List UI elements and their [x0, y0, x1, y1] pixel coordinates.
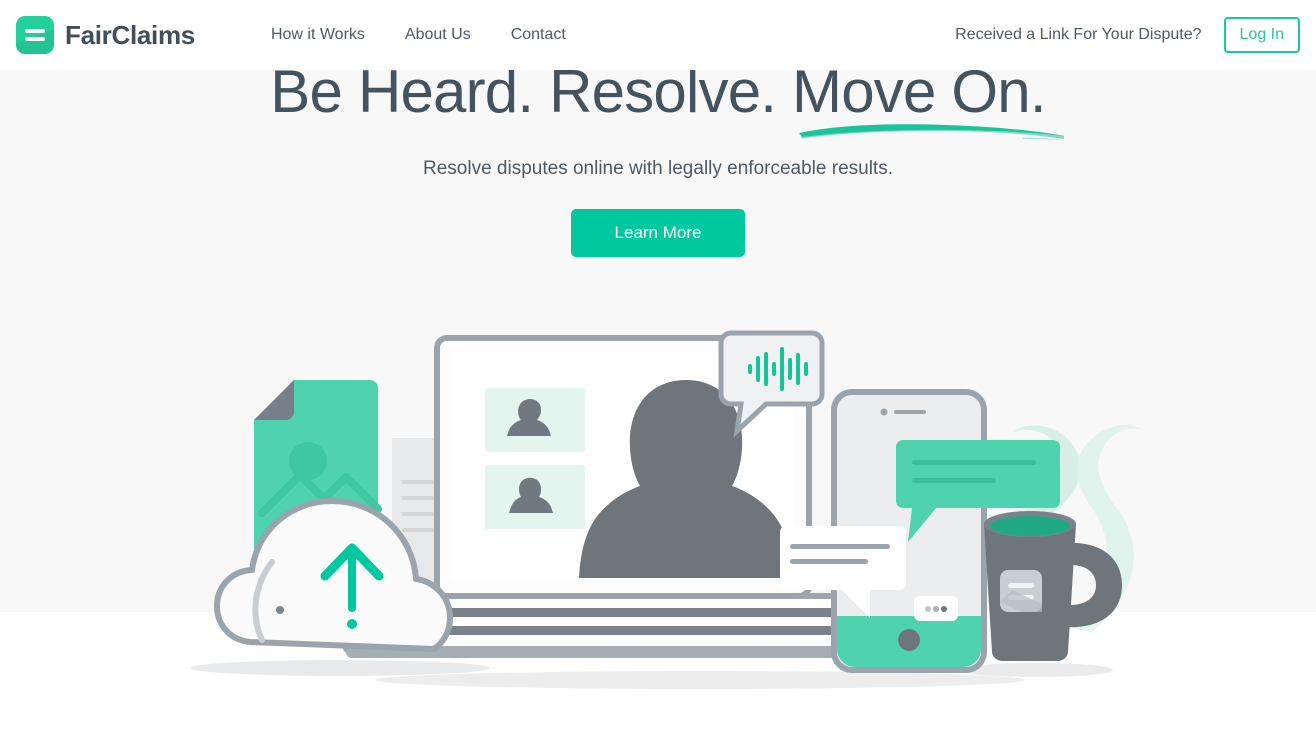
ground-shadow-left: [190, 660, 490, 676]
cloud-dot: [276, 606, 284, 614]
ground-shadow-center: [375, 671, 1025, 689]
headline-part-2-underlined: Move On.: [792, 62, 1065, 140]
home-button: [898, 629, 920, 651]
brand-logo-link[interactable]: FairClaims: [16, 16, 195, 54]
nav-item-contact[interactable]: Contact: [491, 20, 586, 50]
hero-cta-wrap: Learn More: [0, 208, 1316, 257]
video-call-thumbnail-2: [485, 465, 585, 529]
nav-item-how-it-works[interactable]: How it Works: [251, 20, 385, 50]
log-in-button[interactable]: Log In: [1223, 17, 1300, 53]
received-a-link-link[interactable]: Received a Link For Your Dispute?: [955, 26, 1201, 44]
site-header: FairClaims How it Works About Us Contact…: [0, 0, 1316, 70]
page-title: Be Heard. Resolve. Move On.: [270, 62, 1065, 140]
main-navigation: How it Works About Us Contact: [251, 20, 586, 50]
equals-bars-icon: [16, 16, 54, 54]
online-dispute-resolution-illustration: [0, 328, 1316, 708]
earpiece-speaker: [894, 410, 926, 414]
coffee-mug: [984, 511, 1122, 662]
typing-dots: [914, 596, 958, 621]
learn-more-button[interactable]: Learn More: [571, 208, 745, 257]
video-call-thumbnail-1: [485, 388, 585, 452]
brand-name: FairClaims: [65, 19, 195, 50]
hero-subtitle: Resolve disputes online with legally enf…: [423, 158, 893, 179]
header-actions: Received a Link For Your Dispute? Log In: [955, 17, 1300, 53]
front-camera-icon: [880, 408, 888, 416]
nav-item-about-us[interactable]: About Us: [385, 20, 491, 50]
